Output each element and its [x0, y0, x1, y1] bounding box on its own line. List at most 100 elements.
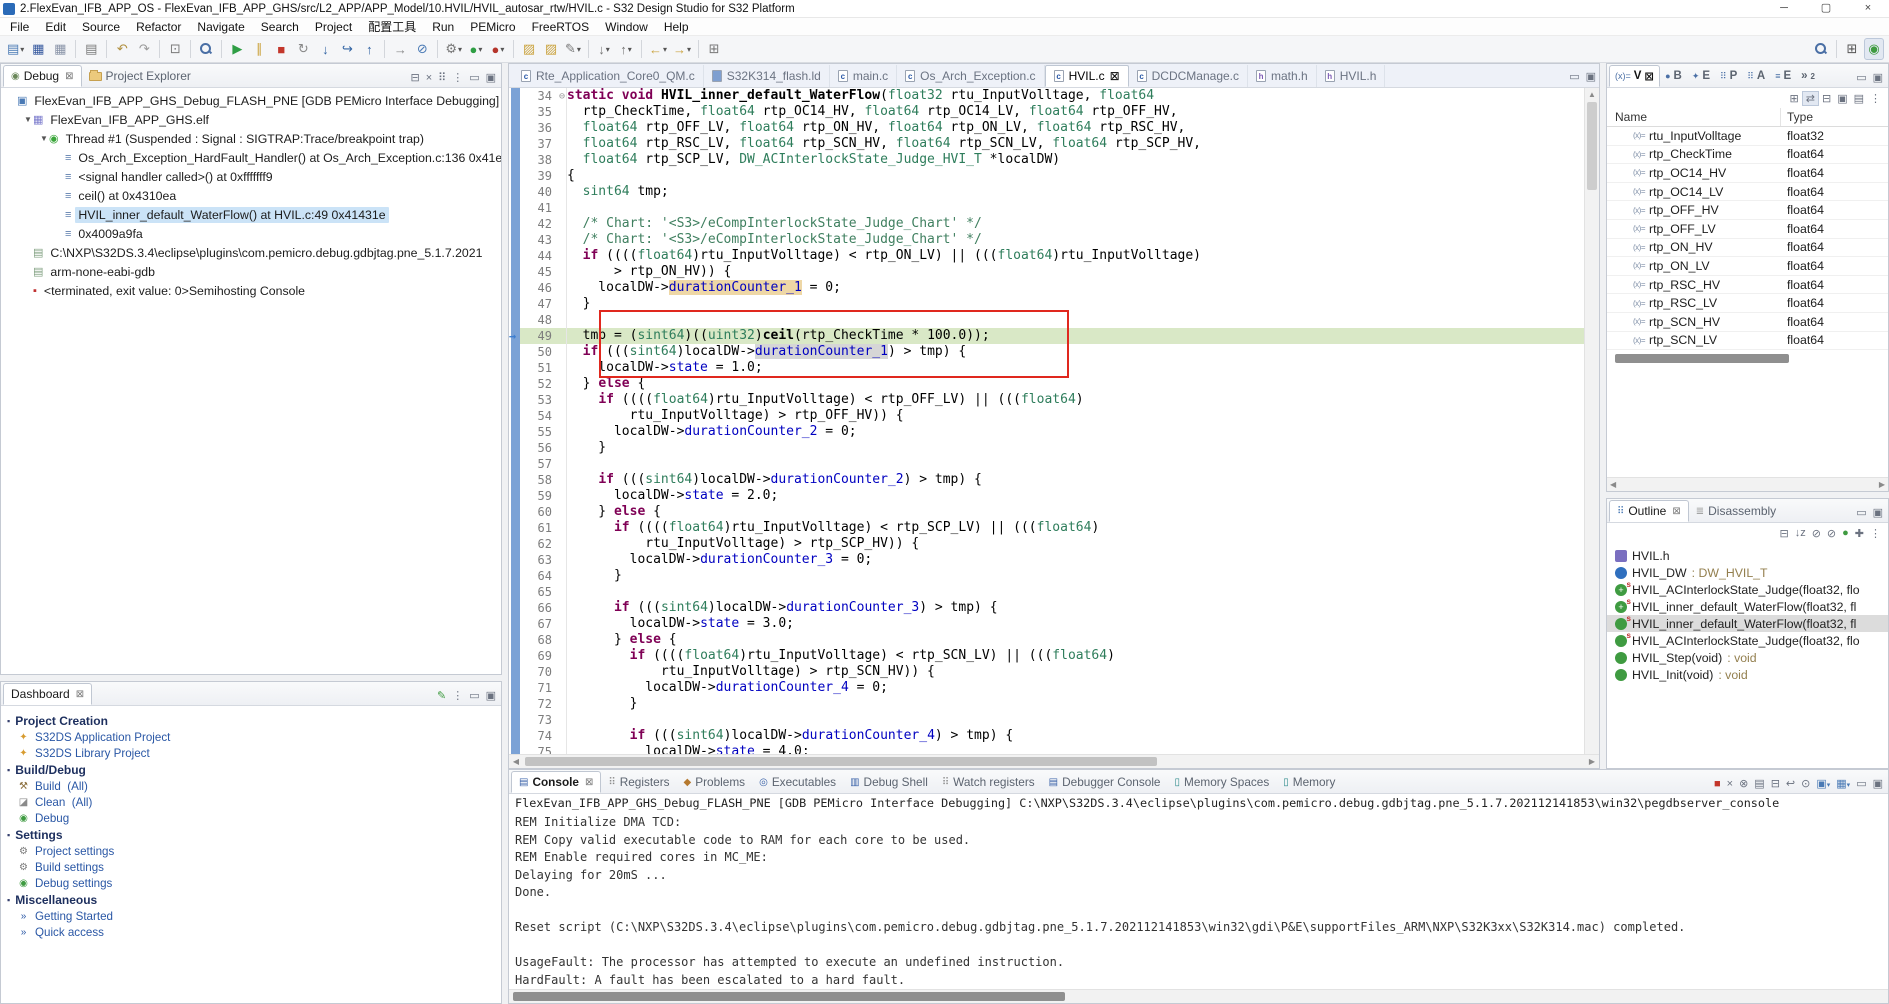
terminate-button[interactable]: ■ — [271, 38, 291, 60]
menu-item-PEMicro[interactable]: PEMicro — [462, 19, 523, 35]
tab-watch-registers[interactable]: ⠿Watch registers — [935, 771, 1042, 793]
dashboard-link-build-settings[interactable]: ⚙Build settings — [7, 859, 501, 875]
maximize-view-icon[interactable]: ▣ — [483, 71, 499, 84]
outline-item[interactable]: HVIL_Init(void) : void — [1607, 666, 1888, 683]
tab-project-explorer[interactable]: Project Explorer — [82, 65, 198, 87]
menu-item-Search[interactable]: Search — [253, 19, 307, 35]
scroll-up-arrow-icon[interactable]: ▲ — [1585, 88, 1599, 101]
menu-item-配置工具[interactable]: 配置工具 — [360, 17, 424, 36]
menu-item-Refactor[interactable]: Refactor — [128, 19, 189, 35]
prev-annotation-button[interactable]: ↑▾ — [616, 38, 636, 60]
external-tools-button[interactable]: ⚙▾ — [443, 38, 464, 60]
tab-debug[interactable]: ◉Debug⊠ — [3, 65, 82, 87]
debug-config-button[interactable]: ●▾ — [488, 38, 508, 60]
save-all-button[interactable]: ▦ — [50, 38, 70, 60]
minimize-view-icon[interactable]: ▭ — [466, 689, 482, 702]
hide-static-members-icon[interactable]: ⊘ — [1824, 527, 1839, 540]
filters-icon[interactable]: ✚ — [1852, 527, 1867, 540]
back-history-button[interactable]: ←▾ — [647, 38, 669, 60]
remove-all-terminated-icon[interactable]: × — [423, 72, 435, 84]
maximize-window[interactable]: ▢ — [1805, 0, 1847, 18]
outline-item[interactable]: HVIL_Step(void) : void — [1607, 649, 1888, 666]
scroll-right-arrow-icon[interactable]: ▶ — [1879, 480, 1885, 489]
menu-item-Window[interactable]: Window — [597, 19, 656, 35]
menu-item-Run[interactable]: Run — [424, 19, 462, 35]
remove-launch-icon[interactable]: × — [1724, 778, 1736, 790]
step-return-button[interactable]: ↑ — [359, 38, 379, 60]
editor-tab-S32K314_flash.ld[interactable]: S32K314_flash.ld — [704, 65, 830, 87]
outline-item[interactable]: sHVIL_inner_default_WaterFlow(float32, f… — [1607, 615, 1888, 632]
variable-row[interactable]: (x)=rtp_RSC_HVfloat64 — [1607, 276, 1888, 295]
view-menu-icon[interactable]: ⋮ — [449, 689, 466, 702]
next-annotation-button[interactable]: ↓▾ — [594, 38, 614, 60]
new-rendering-icon[interactable]: ▣ — [1834, 92, 1850, 105]
dashboard-link-quick-access[interactable]: »Quick access — [7, 924, 501, 940]
annotate-button[interactable]: ✎▾ — [563, 38, 583, 60]
variable-row[interactable]: (x)=rtp_OC14_HVfloat64 — [1607, 164, 1888, 183]
remove-all-launches-icon[interactable]: ⊗ — [1736, 777, 1751, 790]
view-menu-icon[interactable]: ⋮ — [1867, 527, 1884, 540]
menu-item-Help[interactable]: Help — [656, 19, 697, 35]
dashboard-link-getting-started[interactable]: »Getting Started — [7, 908, 501, 924]
maximize-view-icon[interactable]: ▣ — [1870, 71, 1886, 84]
variable-row[interactable]: (x)=rtp_SCN_LVfloat64 — [1607, 332, 1888, 351]
editor-tab-math.h[interactable]: hmath.h — [1248, 65, 1317, 87]
tab-variables-stack-V[interactable]: (x)=V⊠ — [1609, 65, 1660, 87]
minimize-editor-icon[interactable]: ▭ — [1566, 70, 1582, 83]
forward-history-button[interactable]: →▾ — [671, 38, 693, 60]
restart-button[interactable]: ↻ — [293, 38, 313, 60]
tab-memory[interactable]: ▯Memory — [1276, 771, 1342, 793]
pin-editor-button[interactable]: ⊞ — [704, 38, 724, 60]
tab-variables-stack-A[interactable]: ⠿A — [1742, 65, 1770, 87]
minimize-view-icon[interactable]: ▭ — [466, 71, 482, 84]
hide-non-public-icon[interactable]: ● — [1839, 527, 1852, 539]
tab-memory-spaces[interactable]: ▯Memory Spaces — [1168, 771, 1277, 793]
close-icon[interactable]: ⊠ — [1672, 506, 1680, 517]
scrollbar-thumb[interactable] — [525, 757, 1157, 766]
quick-access-search-button[interactable] — [1811, 38, 1831, 60]
console-horizontal-scrollbar[interactable] — [509, 989, 1888, 1003]
menu-item-Source[interactable]: Source — [74, 19, 128, 35]
view-layout-icon[interactable]: ⠿ — [435, 71, 449, 84]
code-viewport[interactable]: static void HVIL_inner_default_WaterFlow… — [567, 88, 1584, 754]
variable-row[interactable]: (x)=rtp_ON_HVfloat64 — [1607, 239, 1888, 258]
word-wrap-icon[interactable]: ↩ — [1783, 777, 1798, 790]
variable-row[interactable]: (x)=rtp_OFF_HVfloat64 — [1607, 201, 1888, 220]
step-over-button[interactable]: ↪ — [337, 38, 357, 60]
tab-variables-stack-E[interactable]: ≡E — [1770, 65, 1796, 87]
tab-disassembly[interactable]: ≣Disassembly — [1689, 500, 1783, 522]
outline-item[interactable]: sHVIL_ACInterlockState_Judge(float32, fl… — [1607, 632, 1888, 649]
variable-row[interactable]: (x)=rtp_ON_LVfloat64 — [1607, 257, 1888, 276]
resume-button[interactable]: ▶ — [227, 38, 247, 60]
show-logical-structure-icon[interactable]: ⇄ — [1802, 91, 1819, 106]
debug-tree-row[interactable]: ≡0x4009a9fa — [1, 224, 501, 243]
view-menu-icon[interactable]: ⋮ — [1867, 92, 1884, 105]
editor-tab-HVIL.h[interactable]: hHVIL.h — [1317, 65, 1386, 87]
debug-tree-row[interactable]: ▼◉Thread #1 (Suspended : Signal : SIGTRA… — [1, 129, 501, 148]
tab-variables-stack-B[interactable]: ●B — [1660, 65, 1687, 87]
debug-tree-row[interactable]: ▤arm-none-eabi-gdb — [1, 262, 501, 281]
variable-row[interactable]: (x)=rtp_OFF_LVfloat64 — [1607, 220, 1888, 239]
clear-console-icon[interactable]: ▤ — [1751, 777, 1767, 790]
scrollbar-thumb[interactable] — [1615, 354, 1789, 363]
view-menu-icon[interactable]: ⋮ — [449, 71, 466, 84]
tab-executables[interactable]: ◎Executables — [752, 771, 843, 793]
debug-tree-row[interactable]: ▼▦FlexEvan_IFB_APP_GHS.elf — [1, 110, 501, 129]
tab-debug-shell[interactable]: ▥Debug Shell — [843, 771, 935, 793]
debug-tree-row[interactable]: ≡<signal handler called>() at 0xfffffff9 — [1, 167, 501, 186]
menu-item-Navigate[interactable]: Navigate — [189, 19, 252, 35]
tab-debugger-console[interactable]: ▤Debugger Console — [1042, 771, 1168, 793]
dashboard-link-clean-all-[interactable]: ◪Clean (All) — [7, 794, 501, 810]
collapse-all-icon[interactable]: ⊟ — [1776, 527, 1791, 540]
editor-tab-DCDCManage.c[interactable]: cDCDCManage.c — [1129, 65, 1248, 87]
maximize-view-icon[interactable]: ▣ — [1870, 506, 1886, 519]
collapse-all-icon[interactable]: ⊟ — [407, 71, 422, 84]
variables-horizontal-scrollbar[interactable] — [1607, 352, 1888, 366]
menu-item-FreeRTOS[interactable]: FreeRTOS — [524, 19, 598, 35]
new-dropdown-button[interactable]: ▤▾ — [5, 38, 26, 60]
menu-item-File[interactable]: File — [2, 19, 37, 35]
column-header-name[interactable]: Name — [1607, 108, 1781, 126]
view-stack-overflow[interactable]: »2 — [1796, 65, 1820, 87]
maximize-editor-icon[interactable]: ▣ — [1583, 70, 1599, 83]
collapse-all-icon[interactable]: ⊟ — [1819, 92, 1834, 105]
